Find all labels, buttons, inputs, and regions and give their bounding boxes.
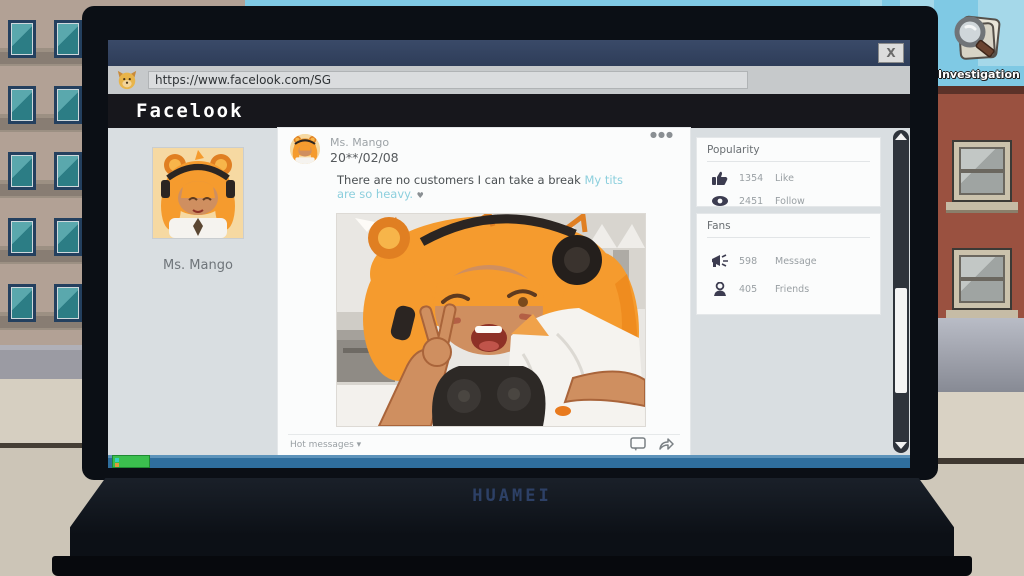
page-content: Ms. Mango — [108, 128, 910, 455]
friends-count: 405 — [739, 284, 769, 295]
popularity-card: Popularity 1354 Like 2451 Follow — [697, 138, 880, 206]
follow-stat-row[interactable]: 2451 Follow — [711, 194, 880, 208]
building-window — [952, 248, 1012, 310]
eye-icon — [711, 194, 729, 208]
game-scene: Investigation HUAMEI X https://www.facel… — [0, 0, 1024, 576]
post-author-avatar[interactable] — [290, 134, 320, 164]
window-sill — [946, 310, 1018, 318]
laptop-brand-logo: HUAMEI — [0, 486, 1024, 506]
building-window — [8, 152, 36, 190]
building-window — [8, 20, 36, 58]
post-menu-button[interactable]: ●●● — [650, 130, 674, 139]
building-window — [54, 86, 82, 124]
building-window — [8, 86, 36, 124]
mango-avatar-art — [290, 134, 320, 164]
site-brand: Facelook — [136, 100, 244, 122]
heart-icon: ♥ — [417, 191, 424, 200]
megaphone-icon — [711, 254, 729, 268]
post-image[interactable] — [337, 214, 645, 426]
mango-avatar-art — [153, 148, 243, 238]
message-label: Message — [775, 256, 817, 267]
fans-title: Fans — [707, 220, 870, 238]
follow-count: 2451 — [739, 196, 769, 207]
scrollbar-thumb[interactable] — [895, 288, 907, 393]
like-label: Like — [775, 173, 794, 184]
investigation-icon[interactable]: Investigation — [938, 12, 1012, 92]
friends-stat-row[interactable]: 405 Friends — [711, 282, 880, 296]
scroll-down-arrow[interactable] — [895, 442, 907, 450]
post-card: Ms. Mango 20**/02/08 ●●● There are no cu… — [278, 128, 690, 455]
building-window — [54, 284, 82, 322]
investigation-label: Investigation — [938, 68, 1012, 81]
post-divider — [288, 434, 680, 435]
doge-favicon — [116, 69, 138, 91]
window-sill — [946, 202, 1018, 210]
message-stat-row[interactable]: 598 Message — [711, 254, 880, 268]
follow-label: Follow — [775, 196, 805, 207]
building-window — [8, 218, 36, 256]
building-window — [952, 140, 1012, 202]
fans-card: Fans 598 Message 405 Fri — [697, 214, 880, 314]
person-icon — [711, 282, 729, 296]
browser-titlebar[interactable]: X — [108, 40, 910, 66]
thumbs-up-icon — [711, 171, 729, 185]
start-dot-icon — [115, 458, 119, 462]
start-dot-icon — [115, 463, 119, 467]
laptop-bottom-edge — [52, 556, 972, 576]
friends-label: Friends — [775, 284, 809, 295]
scroll-up-arrow[interactable] — [895, 133, 907, 141]
page-scrollbar[interactable] — [893, 130, 909, 453]
message-count: 598 — [739, 256, 769, 267]
mango-post-art — [337, 214, 645, 426]
browser-urlbar: https://www.facelook.com/SG — [108, 66, 910, 94]
site-brand-header: Facelook — [108, 94, 910, 128]
building-window — [54, 20, 82, 58]
url-input[interactable]: https://www.facelook.com/SG — [148, 71, 748, 89]
browser-window: X https://www.facelook.com/SG Facelook — [108, 40, 910, 468]
like-count: 1354 — [739, 173, 769, 184]
post-text-plain: There are no customers I can take a brea… — [337, 173, 584, 187]
os-taskbar — [108, 455, 910, 468]
hot-messages-dropdown[interactable]: Hot messages ▾ — [290, 440, 361, 450]
start-button[interactable] — [112, 455, 150, 468]
building-window — [8, 284, 36, 322]
post-text: There are no customers I can take a brea… — [337, 173, 643, 203]
post-author-name[interactable]: Ms. Mango — [330, 136, 389, 149]
close-button[interactable]: X — [878, 43, 904, 63]
profile-name: Ms. Mango — [108, 258, 288, 273]
share-icon[interactable] — [658, 437, 674, 451]
comment-icon[interactable] — [630, 437, 646, 451]
post-date: 20**/02/08 — [330, 150, 399, 165]
magnifier-paper-icon — [946, 12, 1004, 66]
building-window — [54, 152, 82, 190]
popularity-title: Popularity — [707, 144, 870, 162]
like-stat-row[interactable]: 1354 Like — [711, 171, 880, 185]
profile-avatar[interactable] — [153, 148, 243, 238]
building-window — [54, 218, 82, 256]
